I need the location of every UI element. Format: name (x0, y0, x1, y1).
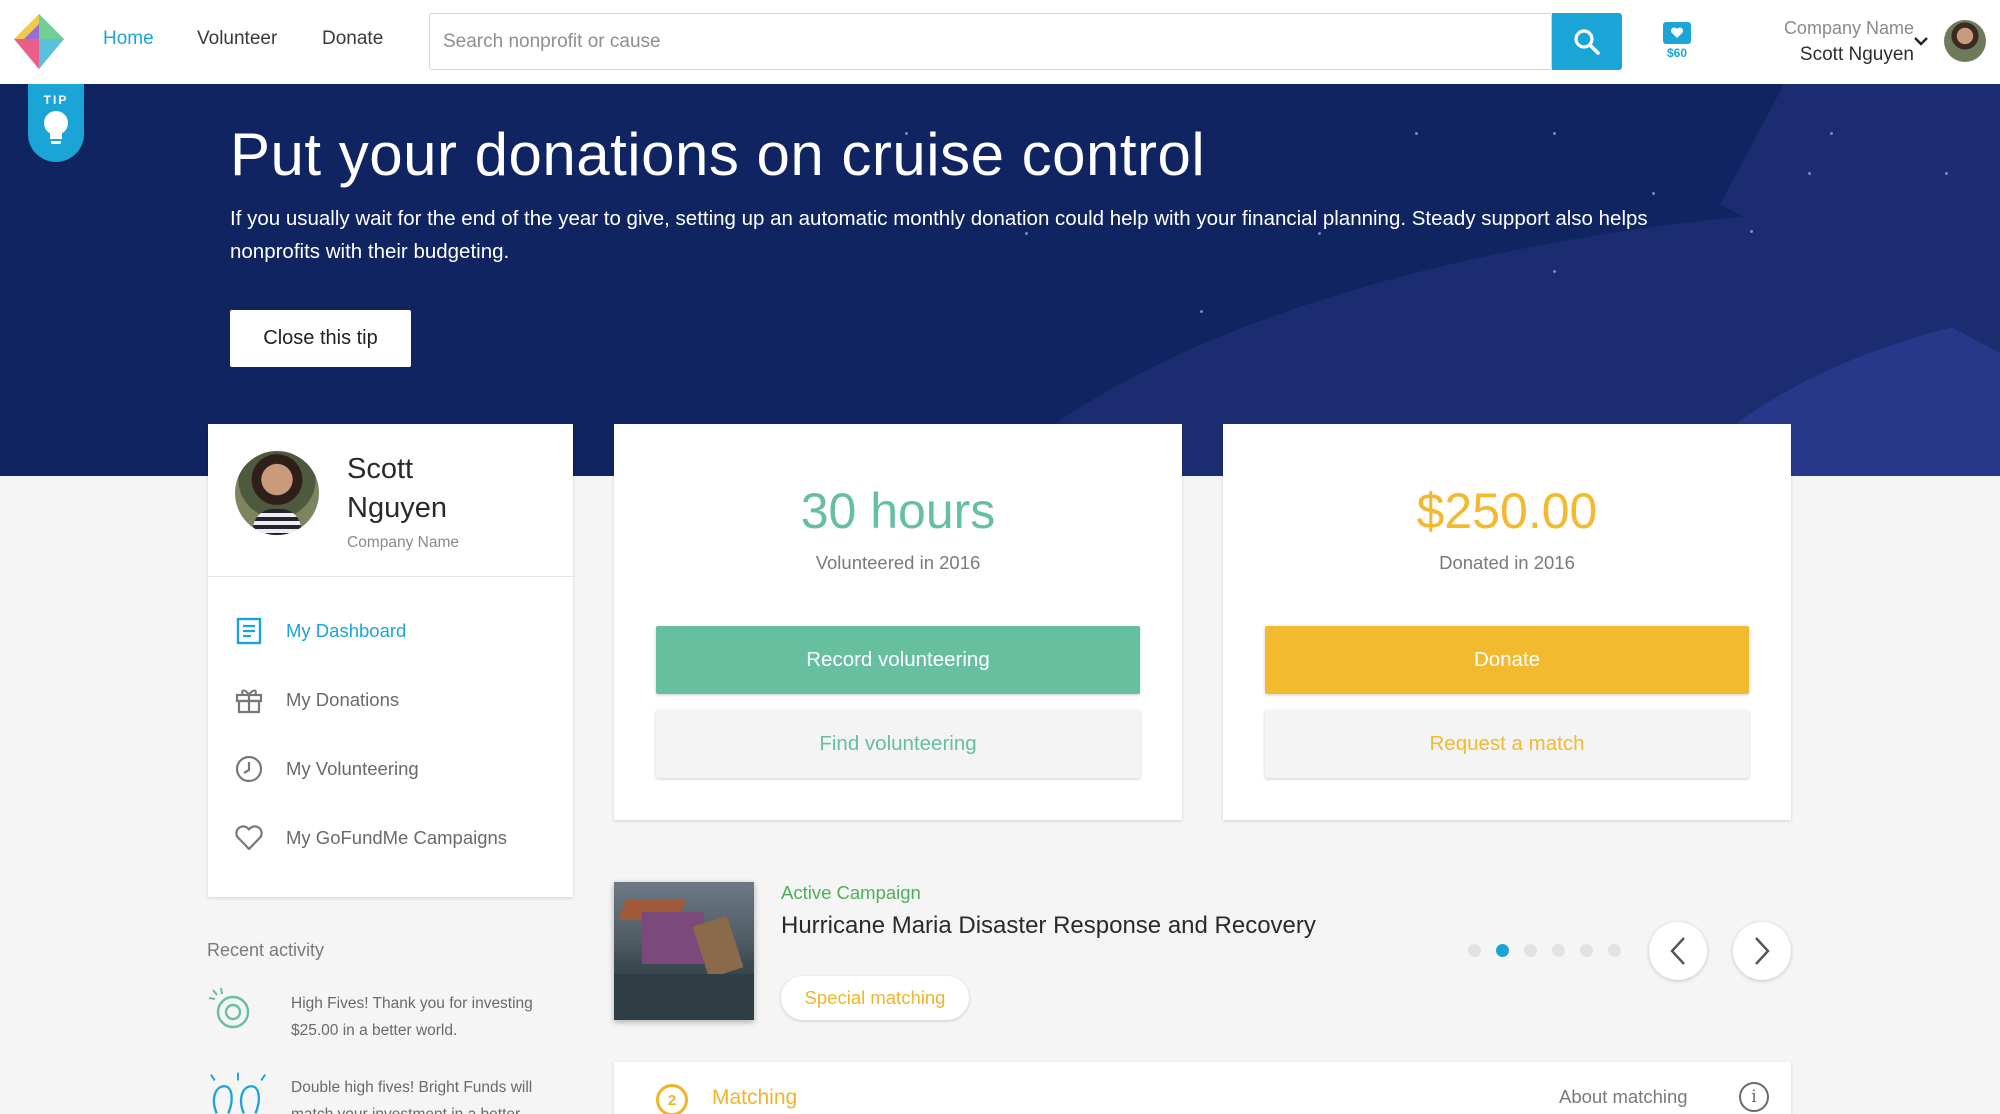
sidebar-item-label: My Dashboard (286, 620, 407, 641)
profile-name: Scott Nguyen (347, 450, 547, 528)
nav-volunteer-link[interactable]: Volunteer (197, 28, 277, 50)
activity-text: Double high fives! Bright Funds will mat… (291, 1079, 533, 1114)
donated-amount: $250.00 (1416, 483, 1598, 539)
matching-panel: 2 Matching About matching i (614, 1062, 1791, 1114)
request-match-button[interactable]: Request a match (1265, 710, 1749, 778)
sidebar-item-gofundme[interactable]: My GoFundMe Campaigns (234, 823, 507, 853)
sidebar-item-volunteering[interactable]: My Volunteering (234, 754, 419, 784)
profile-avatar (235, 451, 319, 535)
donations-card: $250.00 Donated in 2016 Donate Request a… (1223, 424, 1791, 820)
campaign-title[interactable]: Hurricane Maria Disaster Response and Re… (781, 912, 1316, 940)
matching-step-badge: 2 (656, 1084, 688, 1114)
user-company: Company Name (1783, 18, 1914, 38)
close-tip-button[interactable]: Close this tip (230, 310, 411, 367)
tip-flag: TIP (28, 84, 84, 162)
lightbulb-icon (44, 111, 68, 144)
volunteered-hours: 30 hours (800, 483, 996, 539)
recent-activity-heading: Recent activity (207, 940, 325, 960)
sidebar-item-dashboard[interactable]: My Dashboard (234, 616, 406, 646)
tip-title: Put your donations on cruise control (230, 121, 1206, 188)
clock-icon (234, 754, 264, 784)
nav-home-link[interactable]: Home (103, 28, 154, 50)
find-volunteering-button[interactable]: Find volunteering (656, 710, 1140, 778)
carousel-dot[interactable] (1524, 944, 1537, 957)
carousel-dot[interactable] (1552, 944, 1565, 957)
special-matching-badge[interactable]: Special matching (781, 976, 969, 1020)
search-input[interactable] (430, 14, 1530, 69)
sidebar-item-label: My Donations (286, 689, 400, 710)
sidebar-item-label: My Volunteering (286, 758, 419, 779)
chevron-right-icon (1755, 937, 1770, 965)
tip-flag-label: TIP (43, 93, 69, 107)
carousel-prev-button[interactable] (1649, 922, 1707, 980)
chevron-down-icon[interactable] (1914, 36, 1928, 46)
info-icon[interactable]: i (1739, 1082, 1769, 1112)
carousel-dot[interactable] (1580, 944, 1593, 957)
about-matching-link[interactable]: About matching (1559, 1086, 1688, 1108)
nav-donate-link[interactable]: Donate (322, 28, 383, 50)
volunteering-card: 30 hours Volunteered in 2016 Record volu… (614, 424, 1182, 820)
carousel-next-button[interactable] (1733, 922, 1791, 980)
carousel-dot[interactable] (1608, 944, 1621, 957)
double-high-five-icon (210, 1072, 266, 1114)
profile-first-name: Scott (347, 453, 414, 485)
donated-label: Donated in 2016 (1439, 552, 1575, 573)
volunteered-label: Volunteered in 2016 (815, 552, 981, 573)
campaign-photo[interactable] (614, 882, 754, 1020)
wallet-heart-icon (1663, 22, 1691, 44)
matching-title: Matching (712, 1086, 798, 1109)
profile-header: Scott Nguyen Company Name (208, 424, 573, 577)
campaign-kicker: Active Campaign (781, 882, 921, 903)
dashboard-icon (234, 616, 264, 646)
profile-card: Scott Nguyen Company Name My Dashboard M… (208, 424, 573, 897)
carousel-dot[interactable] (1468, 944, 1481, 957)
profile-company: Company Name (347, 534, 459, 551)
search-box (429, 13, 1552, 70)
record-volunteering-button[interactable]: Record volunteering (656, 626, 1140, 694)
sidebar-item-donations[interactable]: My Donations (234, 685, 399, 715)
heart-icon (234, 823, 264, 853)
search-icon (1574, 28, 1600, 55)
donate-button[interactable]: Donate (1265, 626, 1749, 694)
user-name: Scott Nguyen (1799, 44, 1914, 65)
top-navigation: Home Volunteer Donate $60 Company Name S… (0, 0, 2000, 84)
tip-text: If you usually wait for the end of the y… (230, 207, 1648, 263)
bright-funds-logo-icon[interactable] (14, 14, 64, 69)
search-button[interactable] (1552, 13, 1622, 70)
avatar[interactable] (1944, 20, 1986, 62)
user-menu[interactable]: Company Name Scott Nguyen (1784, 18, 1914, 66)
activity-text: High Fives! Thank you for investing $25.… (291, 995, 533, 1039)
carousel-dot-active[interactable] (1496, 944, 1509, 957)
carousel-dots (1468, 944, 1636, 957)
sidebar-item-label: My GoFundMe Campaigns (286, 827, 508, 848)
high-five-icon (208, 987, 250, 1029)
profile-last-name: Nguyen (347, 492, 447, 524)
wallet-amount: $60 (1666, 46, 1688, 60)
wallet-balance[interactable]: $60 (1660, 22, 1694, 62)
chevron-left-icon (1670, 937, 1685, 965)
gift-icon (234, 685, 264, 715)
